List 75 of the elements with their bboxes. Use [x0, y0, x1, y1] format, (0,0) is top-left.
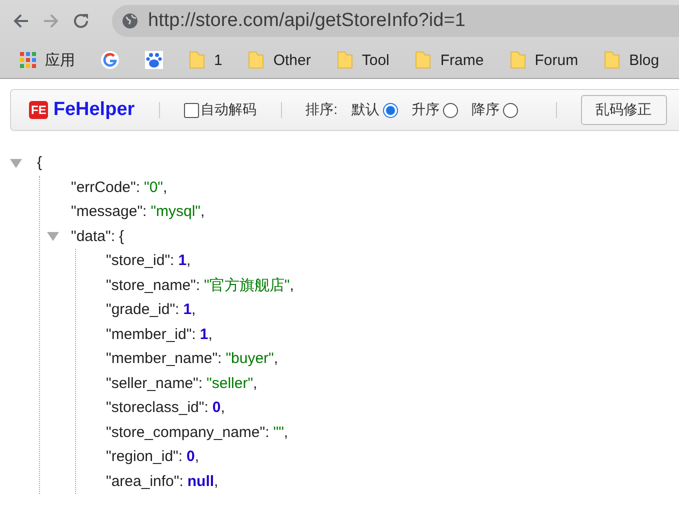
json-key: "store_name": — [106, 274, 200, 298]
json-value: null — [187, 472, 214, 492]
json-key: "store_id": — [106, 249, 174, 274]
bookmark[interactable]: Tool — [336, 51, 390, 69]
folder-icon — [604, 51, 620, 69]
brand-name: FeHelper — [53, 99, 135, 121]
radio-label[interactable]: 升序 — [412, 101, 440, 119]
json-key: "errCode": — [71, 176, 140, 200]
bookmark[interactable]: Forum — [510, 51, 578, 69]
json-key: "grade_id": — [106, 298, 180, 322]
json-comma: , — [284, 422, 288, 442]
back-icon[interactable] — [12, 12, 30, 30]
json-comma: , — [253, 374, 258, 394]
json-value: 0 — [212, 398, 221, 418]
json-value: 1 — [178, 251, 187, 271]
json-value: "官方旗舰店" — [204, 276, 290, 296]
folder-icon — [336, 51, 353, 69]
json-key: "data": — [71, 224, 116, 249]
json-value: { — [119, 226, 124, 246]
fix-encoding-button[interactable]: 乱码修正 — [580, 95, 667, 125]
json-comma: , — [214, 472, 218, 492]
bookmark[interactable]: 应用 — [20, 50, 75, 70]
radio-button[interactable] — [442, 102, 458, 118]
json-key: "seller_name": — [106, 372, 203, 396]
radio-label[interactable]: 降序 — [472, 101, 500, 119]
json-value: "0" — [144, 178, 164, 198]
folder-icon — [415, 51, 432, 69]
bookmark[interactable] — [101, 51, 119, 69]
json-value: "" — [273, 422, 284, 442]
json-comma: , — [274, 349, 278, 369]
json-comma: , — [220, 398, 225, 418]
json-key: "area_info": — [106, 470, 184, 494]
sort-label: 排序: — [306, 101, 338, 119]
radio-label[interactable]: 默认 — [352, 101, 380, 119]
g-logo-icon — [101, 51, 119, 69]
address-bar[interactable]: http://store.com/api/getStoreInfo?id=1 — [112, 5, 679, 37]
folder-icon — [189, 51, 205, 69]
bookmark[interactable]: Blog — [604, 51, 660, 69]
json-key: "storeclass_id": — [106, 396, 208, 420]
bookmark[interactable]: Frame — [415, 51, 484, 69]
json-key: "member_name": — [106, 347, 222, 372]
radio-button[interactable] — [502, 102, 518, 118]
bookmark[interactable]: Other — [248, 51, 311, 69]
json-key: "message": — [71, 200, 147, 224]
globe-icon — [122, 13, 138, 29]
paw-icon — [145, 51, 163, 69]
radio-button[interactable] — [382, 102, 398, 118]
json-comma: , — [186, 251, 191, 271]
json-value: "mysql" — [150, 202, 201, 222]
json-value: 0 — [186, 447, 195, 467]
folder-icon — [510, 51, 526, 69]
bookmark[interactable]: 1 — [189, 51, 222, 69]
json-brace: { — [37, 153, 42, 173]
bookmark[interactable] — [145, 51, 163, 69]
json-comma: , — [163, 178, 168, 198]
json-comma: , — [194, 447, 200, 467]
json-key: "store_company_name": — [106, 420, 270, 445]
collapse-arrow-icon[interactable] — [47, 232, 59, 242]
json-comma: , — [208, 324, 212, 344]
reload-icon[interactable] — [72, 12, 90, 30]
json-key: "member_id": — [106, 322, 196, 347]
apps-grid-icon — [20, 52, 36, 68]
json-value: 1 — [183, 300, 192, 320]
json-comma: , — [290, 276, 294, 296]
checkbox-label[interactable]: 自动解码 — [200, 101, 257, 119]
folder-icon — [248, 51, 264, 69]
json-value: 1 — [200, 324, 208, 344]
fehelper-logo-icon: FE — [29, 101, 48, 119]
collapse-arrow-icon[interactable] — [10, 158, 22, 168]
json-key: "region_id": — [106, 445, 183, 470]
json-comma: , — [192, 300, 196, 320]
json-value: "buyer" — [226, 349, 274, 369]
json-value: "seller" — [206, 374, 254, 394]
json-comma: , — [200, 202, 205, 222]
checkbox[interactable] — [184, 102, 199, 118]
